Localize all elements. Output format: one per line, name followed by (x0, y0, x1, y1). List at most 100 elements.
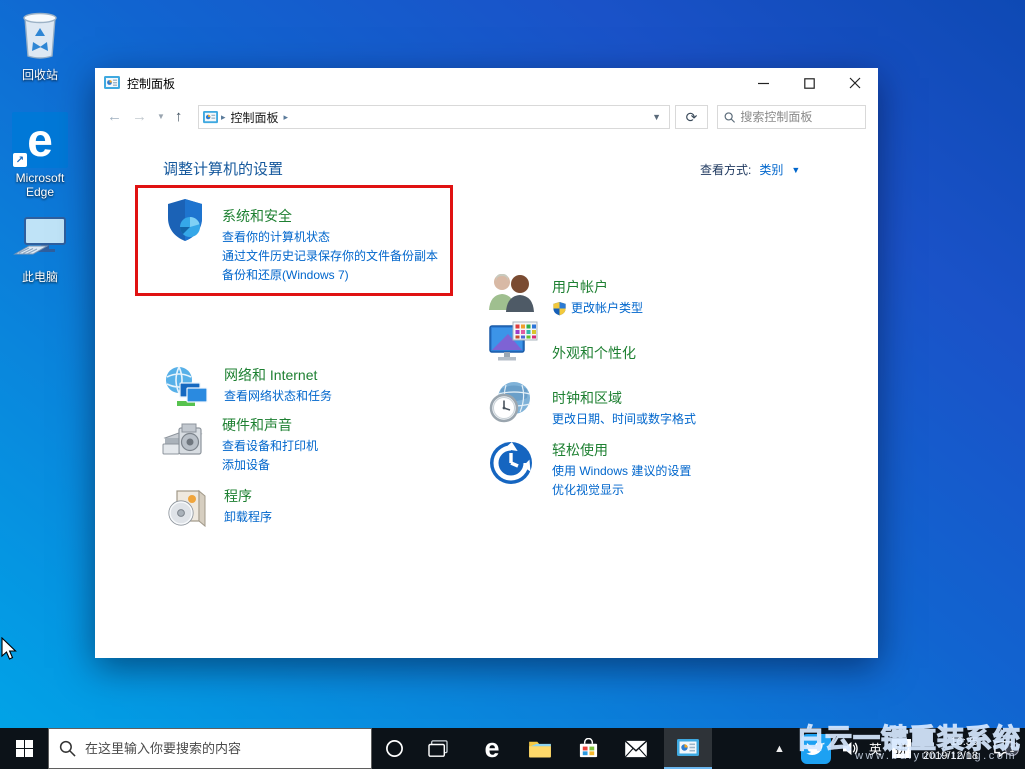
close-button[interactable] (832, 68, 878, 98)
appearance-icon[interactable] (486, 320, 538, 375)
taskbar-search[interactable] (48, 728, 372, 769)
category-link[interactable]: 通过文件历史记录保存你的文件备份副本 (222, 247, 438, 266)
ime-language-indicator[interactable]: 英 (864, 739, 887, 758)
title-bar[interactable]: 控制面板 (95, 68, 878, 98)
category-link[interactable]: 查看设备和打印机 (222, 437, 318, 456)
twitter-tray-icon[interactable] (801, 734, 831, 764)
task-view-button[interactable] (416, 728, 460, 769)
category-title[interactable]: 网络和 Internet (224, 366, 332, 384)
category-link[interactable]: 使用 Windows 建议的设置 (552, 462, 691, 481)
control-panel-window: 控制面板 ← → ▼ ↑ ▸ 控制面板 (95, 68, 878, 658)
category-link[interactable]: 卸载程序 (224, 508, 272, 527)
category-link[interactable]: 更改日期、时间或数字格式 (552, 410, 696, 429)
notification-badge: 1 (1005, 742, 1019, 756)
address-control-panel-icon (203, 110, 218, 125)
category-network-internet[interactable]: 网络和 Internet 查看网络状态和任务 (163, 365, 332, 414)
category-title[interactable]: 时钟和区域 (552, 389, 696, 407)
hardware-sound-icon[interactable] (161, 416, 209, 475)
category-link[interactable]: 查看你的计算机状态 (222, 228, 438, 247)
edge-icon: e (484, 735, 499, 762)
mouse-cursor (1, 637, 18, 661)
breadcrumb-chevron-icon[interactable]: ▸ (284, 112, 289, 123)
clock-region-icon[interactable] (488, 380, 538, 429)
window-title: 控制面板 (127, 75, 740, 92)
ime-mode-indicator[interactable]: 拼 (892, 739, 911, 758)
network-internet-icon[interactable] (163, 365, 209, 414)
view-by-dropdown-icon[interactable]: ▼ (791, 165, 800, 175)
category-title[interactable]: 轻松使用 (552, 441, 691, 459)
category-link[interactable]: 备份和还原(Windows 7) (222, 266, 438, 285)
system-security-icon[interactable] (161, 196, 209, 285)
clock-time: 16:35 (923, 735, 978, 749)
refresh-button[interactable]: ⟳ (675, 105, 708, 129)
desktop-icon-label: 回收站 (2, 68, 78, 82)
up-icon[interactable]: ↑ (175, 108, 183, 125)
taskbar-clock[interactable]: 16:35 2019/12/18 (916, 735, 985, 763)
category-link[interactable]: 更改帐户类型 (552, 299, 643, 318)
desktop-icon-label: 此电脑 (2, 270, 78, 284)
view-by-label: 查看方式: (700, 161, 751, 178)
category-programs[interactable]: 程序 卸载程序 (165, 487, 272, 536)
edge-icon: e ↗ (12, 112, 68, 168)
desktop-icon-this-pc[interactable]: 此电脑 (2, 214, 78, 284)
taskbar-store-button[interactable] (564, 728, 612, 769)
maximize-button[interactable] (786, 68, 832, 98)
breadcrumb-chevron-icon: ▸ (221, 112, 226, 123)
category-ease-of-access[interactable]: 轻松使用 使用 Windows 建议的设置 优化视觉显示 (488, 440, 691, 500)
desktop-icon-label: Microsoft Edge (2, 171, 78, 199)
category-title[interactable]: 系统和安全 (222, 207, 438, 225)
taskbar-explorer-button[interactable] (516, 728, 564, 769)
address-bar[interactable]: ▸ 控制面板 ▸ ▼ (198, 105, 670, 129)
minimize-button[interactable] (740, 68, 786, 98)
category-link[interactable]: 添加设备 (222, 456, 318, 475)
cortana-button[interactable] (372, 728, 416, 769)
category-link[interactable]: 优化视觉显示 (552, 481, 691, 500)
back-icon[interactable]: ← (107, 108, 122, 125)
category-user-accounts[interactable]: 用户帐户 更改帐户类型 (486, 270, 643, 319)
explorer-search[interactable] (717, 105, 866, 129)
recycle-bin-icon (17, 8, 63, 60)
ease-of-access-icon[interactable] (488, 440, 538, 500)
breadcrumb[interactable]: 控制面板 (231, 109, 279, 126)
start-button[interactable] (0, 728, 48, 769)
category-link[interactable]: 查看网络状态和任务 (224, 387, 332, 406)
programs-icon[interactable] (165, 487, 209, 536)
category-title[interactable]: 硬件和声音 (222, 416, 318, 434)
system-tray: ▲ 英 拼 16:35 2019/12/18 1 (764, 728, 1025, 769)
store-icon (578, 738, 599, 759)
shortcut-arrow-icon: ↗ (13, 153, 27, 167)
category-system-security[interactable]: 系统和安全 查看你的计算机状态 通过文件历史记录保存你的文件备份副本 备份和还原… (161, 196, 438, 285)
control-panel-content: 调整计算机的设置 查看方式: 类别 ▼ 系统和安全 查看你的计算机状态 通 (95, 135, 878, 658)
task-view-icon (428, 740, 448, 758)
page-title: 调整计算机的设置 (163, 158, 283, 179)
category-title[interactable]: 用户帐户 (552, 278, 643, 296)
address-dropdown-icon[interactable]: ▼ (648, 112, 665, 122)
windows-logo-icon (16, 740, 33, 757)
category-appearance[interactable]: 外观和个性化 (486, 320, 636, 375)
taskbar-edge-button[interactable]: e (468, 728, 516, 769)
recent-pages-chevron-icon[interactable]: ▼ (157, 112, 165, 121)
mail-icon (624, 740, 648, 758)
this-pc-icon (13, 214, 67, 262)
taskbar-search-input[interactable] (85, 741, 361, 756)
category-hardware-sound[interactable]: 硬件和声音 查看设备和打印机 添加设备 (161, 416, 318, 475)
clock-date: 2019/12/18 (923, 749, 978, 763)
taskbar-control-panel-button[interactable] (664, 728, 712, 769)
search-icon (724, 111, 735, 124)
volume-icon[interactable] (837, 741, 864, 756)
cortana-icon (385, 739, 404, 758)
control-panel-icon (677, 739, 699, 757)
forward-icon[interactable]: → (132, 108, 147, 125)
desktop-icon-edge[interactable]: e ↗ Microsoft Edge (2, 112, 78, 199)
view-by-value[interactable]: 类别 (759, 161, 783, 178)
search-input[interactable] (740, 110, 859, 124)
tray-overflow-chevron-icon[interactable]: ▲ (764, 743, 795, 755)
desktop-icon-recycle-bin[interactable]: 回收站 (2, 8, 78, 82)
category-title[interactable]: 外观和个性化 (552, 344, 636, 362)
taskbar-mail-button[interactable] (612, 728, 660, 769)
category-clock-region[interactable]: 时钟和区域 更改日期、时间或数字格式 (488, 380, 696, 429)
action-center-button[interactable]: 1 (985, 740, 1025, 758)
user-accounts-icon[interactable] (486, 270, 538, 319)
category-title[interactable]: 程序 (224, 487, 272, 505)
navigation-bar: ← → ▼ ↑ ▸ 控制面板 ▸ ▼ ⟳ (95, 98, 878, 135)
